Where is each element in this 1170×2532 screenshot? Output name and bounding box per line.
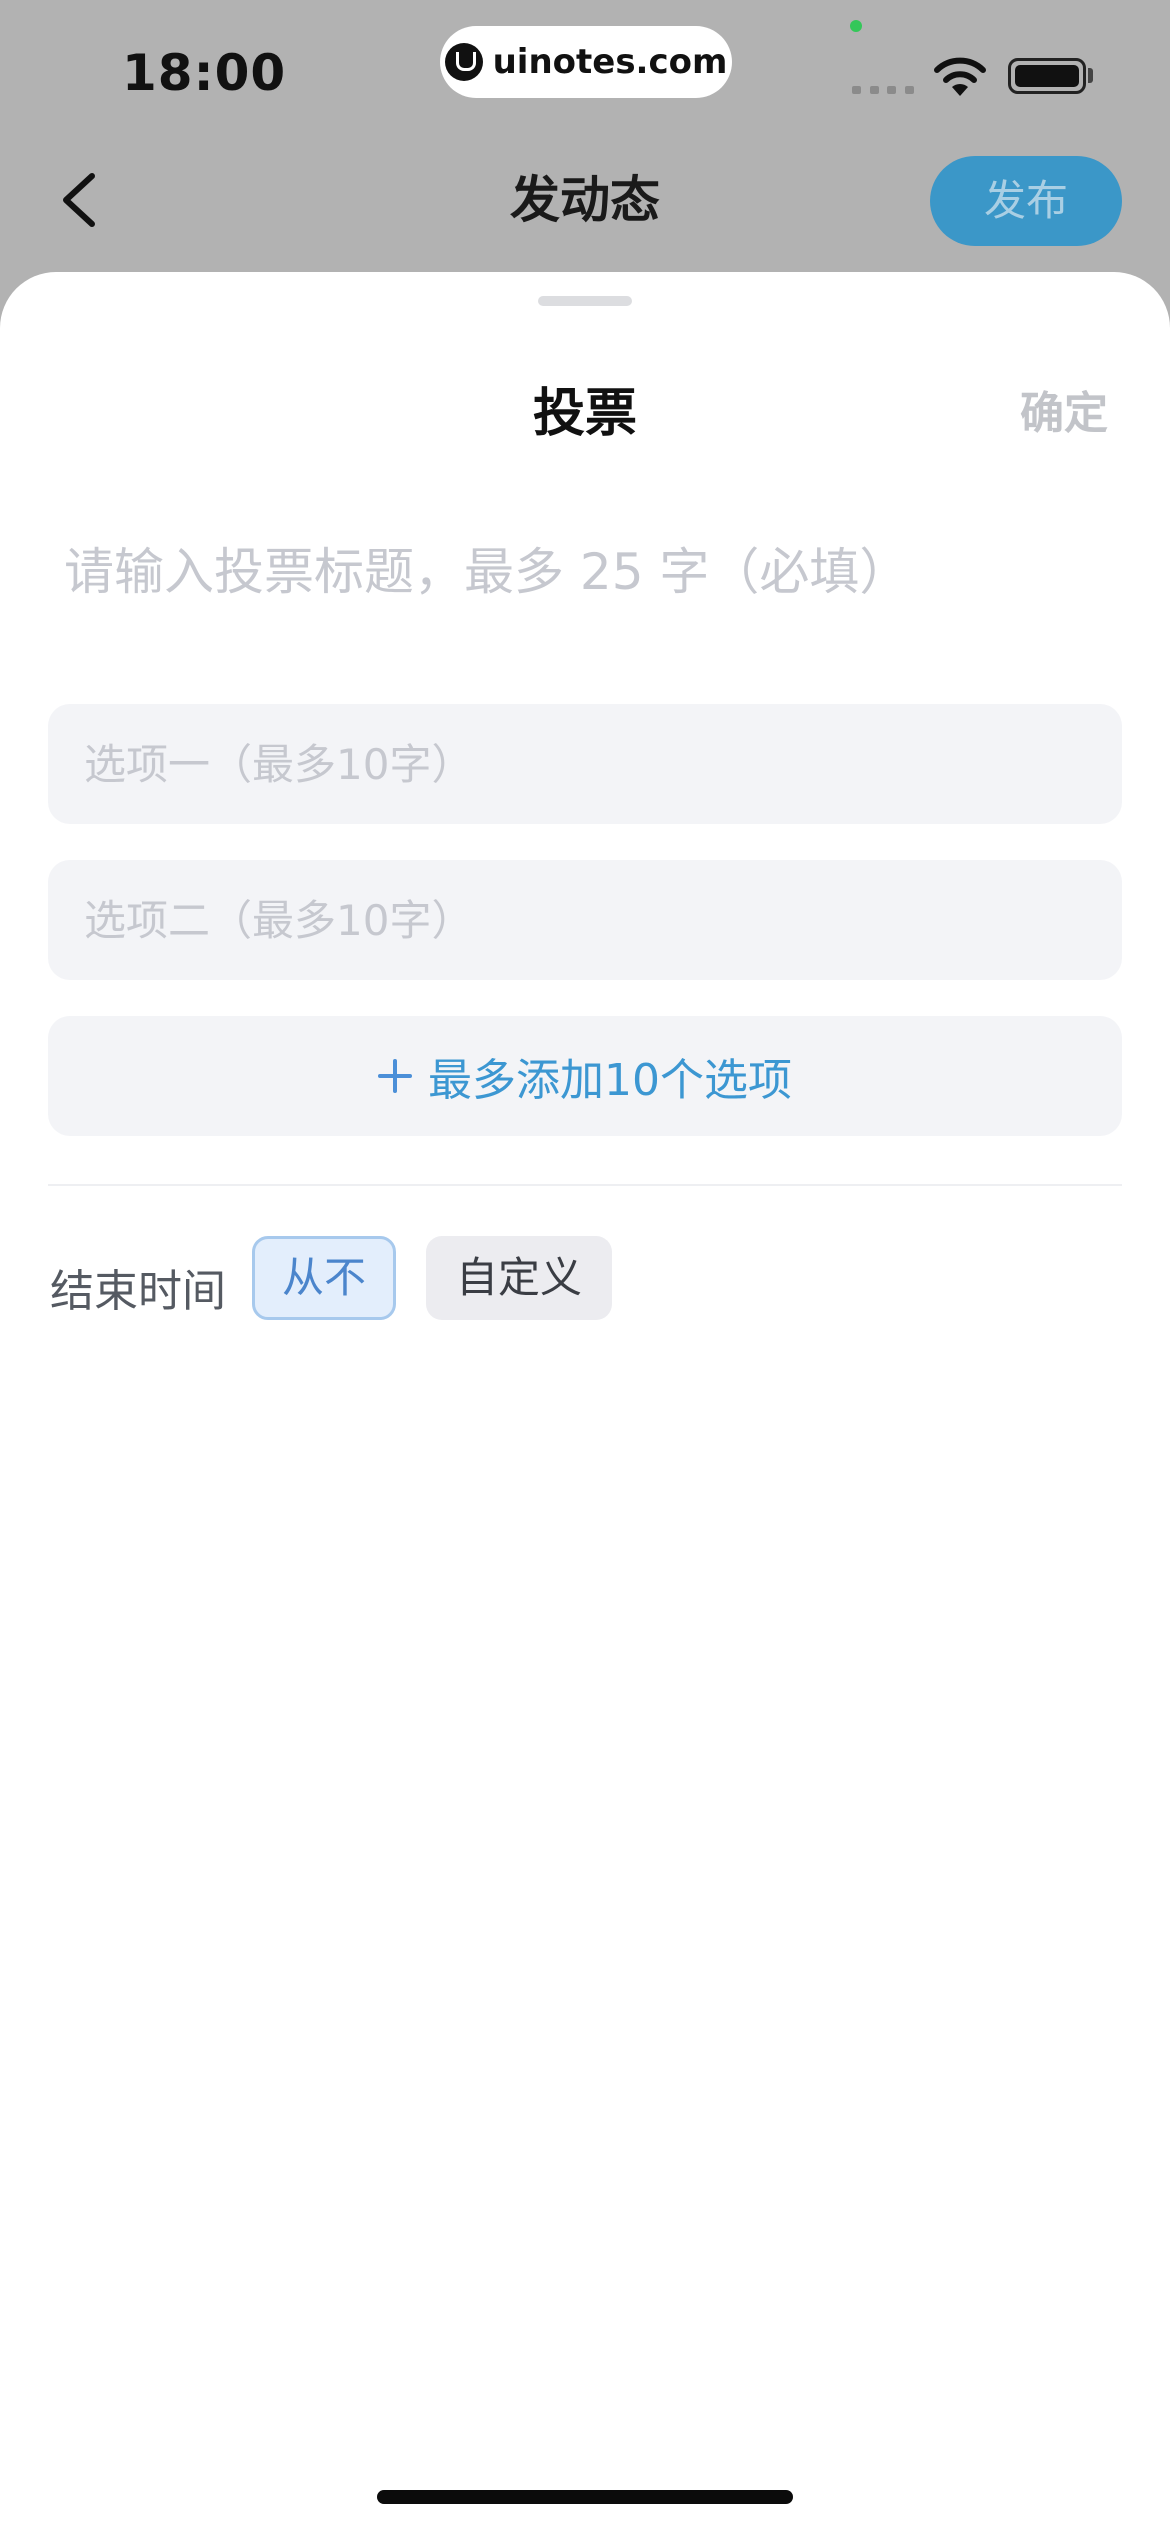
poll-title-input[interactable] — [64, 532, 1104, 612]
url-text: uinotes.com — [492, 42, 728, 82]
status-bar: 18:00 uinotes.com — [0, 0, 1170, 140]
recording-dot-icon — [850, 20, 862, 32]
confirm-button[interactable]: 确定 — [1020, 384, 1150, 444]
publish-button[interactable]: 发布 — [930, 156, 1122, 246]
battery-icon — [1008, 58, 1086, 94]
cellular-signal-icon — [852, 86, 914, 94]
add-option-label: 最多添加10个选项 — [428, 1055, 792, 1106]
site-logo-icon — [444, 43, 483, 81]
status-time: 18:00 — [122, 44, 287, 102]
poll-sheet: 投票 确定 最多添加10个选项 结束时间 从不 自定义 — [0, 272, 1170, 2532]
wifi-icon — [934, 57, 986, 96]
url-pill[interactable]: uinotes.com — [440, 26, 732, 98]
home-indicator — [377, 2490, 793, 2504]
add-option-button[interactable]: 最多添加10个选项 — [48, 1016, 1122, 1136]
divider — [48, 1184, 1122, 1186]
sheet-title: 投票 — [532, 384, 637, 444]
poll-option-input-1[interactable] — [48, 704, 1122, 824]
sheet-grabber-handle[interactable] — [538, 296, 632, 306]
poll-option-input-2[interactable] — [48, 860, 1122, 980]
plus-icon — [378, 1059, 412, 1093]
end-time-custom-chip[interactable]: 自定义 — [426, 1236, 612, 1320]
end-time-never-chip[interactable]: 从不 — [252, 1236, 396, 1320]
end-time-label: 结束时间 — [50, 1266, 226, 1317]
battery-cap — [1088, 68, 1093, 83]
